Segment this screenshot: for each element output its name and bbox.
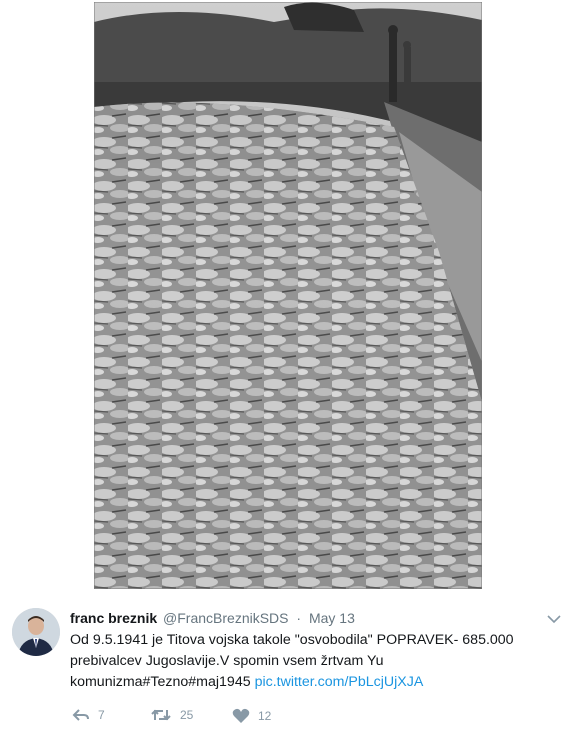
author-handle[interactable]: @FrancBreznikSDS (163, 610, 288, 626)
tweet-card: franc breznik @FrancBreznikSDS · May 13 … (0, 590, 574, 739)
avatar[interactable] (12, 608, 60, 656)
retweet-icon (151, 709, 171, 721)
tweet-header: franc breznik @FrancBreznikSDS · May 13 (70, 610, 534, 626)
reply-count: 7 (98, 708, 105, 722)
chevron-down-icon[interactable] (546, 612, 562, 624)
tweet-photo-area (0, 0, 574, 590)
tweet-date[interactable]: May 13 (309, 610, 355, 626)
tweet-text-line: Od 9.5.1941 je Titova vojska takole "osv… (70, 632, 514, 648)
reply-icon (72, 709, 89, 721)
tweet-hashtags[interactable]: komunizma#Tezno#maj1945 (70, 674, 251, 690)
like-count: 12 (258, 709, 272, 723)
avatar-photo (12, 608, 60, 656)
tweet-text-line: prebivalcev Jugoslavije.V spomin vsem žr… (70, 653, 384, 669)
like-button[interactable]: 12 (232, 708, 271, 724)
tweet-media-link[interactable]: pic.twitter.com/PbLcjUjXJA (255, 674, 424, 690)
reply-button[interactable]: 7 (72, 708, 105, 722)
tweet-text: Od 9.5.1941 je Titova vojska takole "osv… (70, 630, 550, 693)
tweet-text-line: komunizma#Tezno#maj1945 pic.twitter.com/… (70, 672, 550, 693)
separator-dot: · (296, 610, 302, 626)
tweet-photo[interactable] (94, 2, 482, 589)
heart-icon (232, 708, 250, 723)
retweet-count: 25 (180, 708, 194, 722)
retweet-button[interactable]: 25 (150, 708, 193, 722)
author-name[interactable]: franc breznik (70, 610, 157, 626)
